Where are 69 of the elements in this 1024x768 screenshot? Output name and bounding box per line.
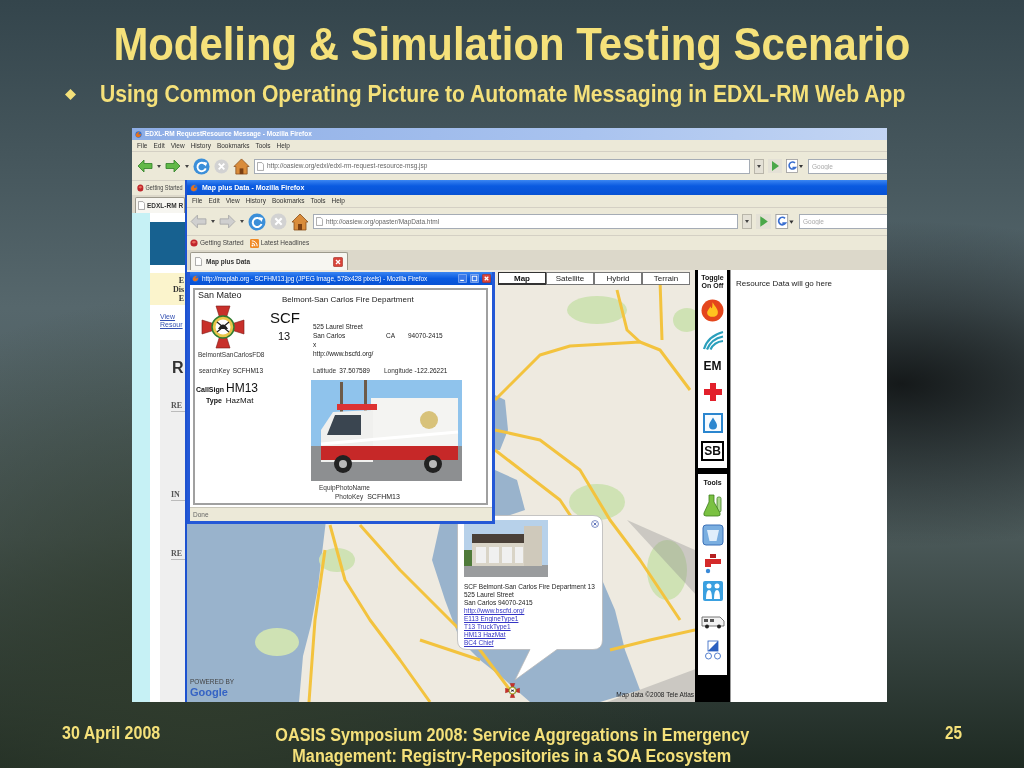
bookmark-icon — [137, 184, 144, 192]
station-number: 13 — [278, 330, 291, 342]
map-marker-icon[interactable] — [505, 683, 520, 698]
rss-icon — [249, 238, 259, 248]
maximize-icon[interactable] — [470, 274, 479, 283]
caret-icon[interactable] — [211, 220, 215, 223]
page-number: 25 — [944, 723, 962, 743]
map-provider-logo: Google — [190, 686, 228, 698]
waves-icon[interactable] — [701, 330, 724, 350]
forward-arrow-icon[interactable] — [165, 159, 181, 173]
dropdown-button[interactable] — [742, 214, 752, 229]
slide-title: Modeling & Simulation Testing Scenario — [113, 18, 911, 70]
bullet-icon — [65, 88, 76, 100]
caret-icon[interactable] — [240, 220, 244, 223]
page-icon — [257, 161, 264, 171]
search-engine-icon[interactable] — [786, 159, 804, 173]
page-icon — [316, 217, 323, 226]
map-type-button[interactable]: Terrain — [642, 272, 690, 285]
close-icon[interactable] — [333, 256, 343, 267]
page-icon — [195, 257, 202, 266]
page-banner — [150, 222, 185, 265]
footer-text: OASIS Symposium 2008: Service Aggregations in Emergency — [275, 725, 749, 746]
back-arrow-icon[interactable] — [137, 159, 153, 173]
medical-cross-icon[interactable] — [702, 382, 723, 402]
browser-icon — [135, 130, 142, 138]
caret-icon[interactable] — [157, 164, 161, 168]
page-icon — [138, 201, 145, 210]
fire-department-logo — [201, 305, 245, 349]
panel-text: Dis — [172, 284, 184, 294]
home-icon[interactable] — [233, 157, 250, 175]
layer-toggle[interactable]: SB — [701, 441, 724, 461]
caret-icon[interactable] — [745, 220, 749, 223]
layer-toggle[interactable]: EM — [703, 360, 722, 373]
panel-text: E — [178, 293, 184, 303]
caret-icon[interactable] — [757, 164, 761, 168]
department-name: Belmont-San Carlos Fire Department — [282, 295, 414, 305]
home-icon[interactable] — [291, 212, 309, 231]
close-icon[interactable] — [591, 520, 599, 528]
flask-icon[interactable] — [701, 493, 724, 517]
field-value: HM13 — [226, 381, 259, 395]
minimize-icon[interactable] — [458, 274, 467, 283]
search-engine-icon[interactable] — [775, 214, 795, 229]
dropdown-button[interactable] — [754, 158, 764, 174]
station-code: SCF — [270, 310, 300, 326]
map-type-button[interactable]: Map — [498, 272, 546, 285]
reload-icon[interactable] — [193, 157, 210, 175]
reload-icon[interactable] — [248, 212, 266, 231]
bullet-text: Using Common Operating Picture to Automate Messaging in EDXL-RM Web App — [100, 80, 906, 108]
close-icon[interactable] — [482, 274, 491, 283]
browser-icon — [192, 275, 199, 282]
split-square-icon[interactable] — [703, 640, 722, 660]
fire-icon[interactable] — [701, 299, 724, 322]
panel-text: E — [178, 275, 184, 285]
map-type-button[interactable]: Satellite — [546, 272, 594, 285]
form-heading: R — [172, 359, 185, 377]
water-drop-icon[interactable] — [702, 413, 723, 433]
cup-icon[interactable] — [701, 524, 724, 546]
county-name: San Mateo — [197, 290, 243, 301]
footer-text: Management: Registry-Repositories in a SOA Ecosystem — [292, 746, 732, 767]
panel-message: Resource Data will go here — [735, 278, 834, 289]
field-value: HazMat — [225, 395, 254, 406]
faucet-icon[interactable] — [702, 553, 723, 575]
bookmark-icon — [190, 239, 198, 247]
people-icon[interactable] — [701, 580, 724, 602]
camper-icon[interactable] — [700, 615, 725, 629]
map-type-button[interactable]: Hybrid — [594, 272, 642, 285]
browser-icon — [190, 183, 198, 192]
caret-icon[interactable] — [185, 164, 189, 168]
footer-date: 30 April 2008 — [62, 723, 161, 743]
